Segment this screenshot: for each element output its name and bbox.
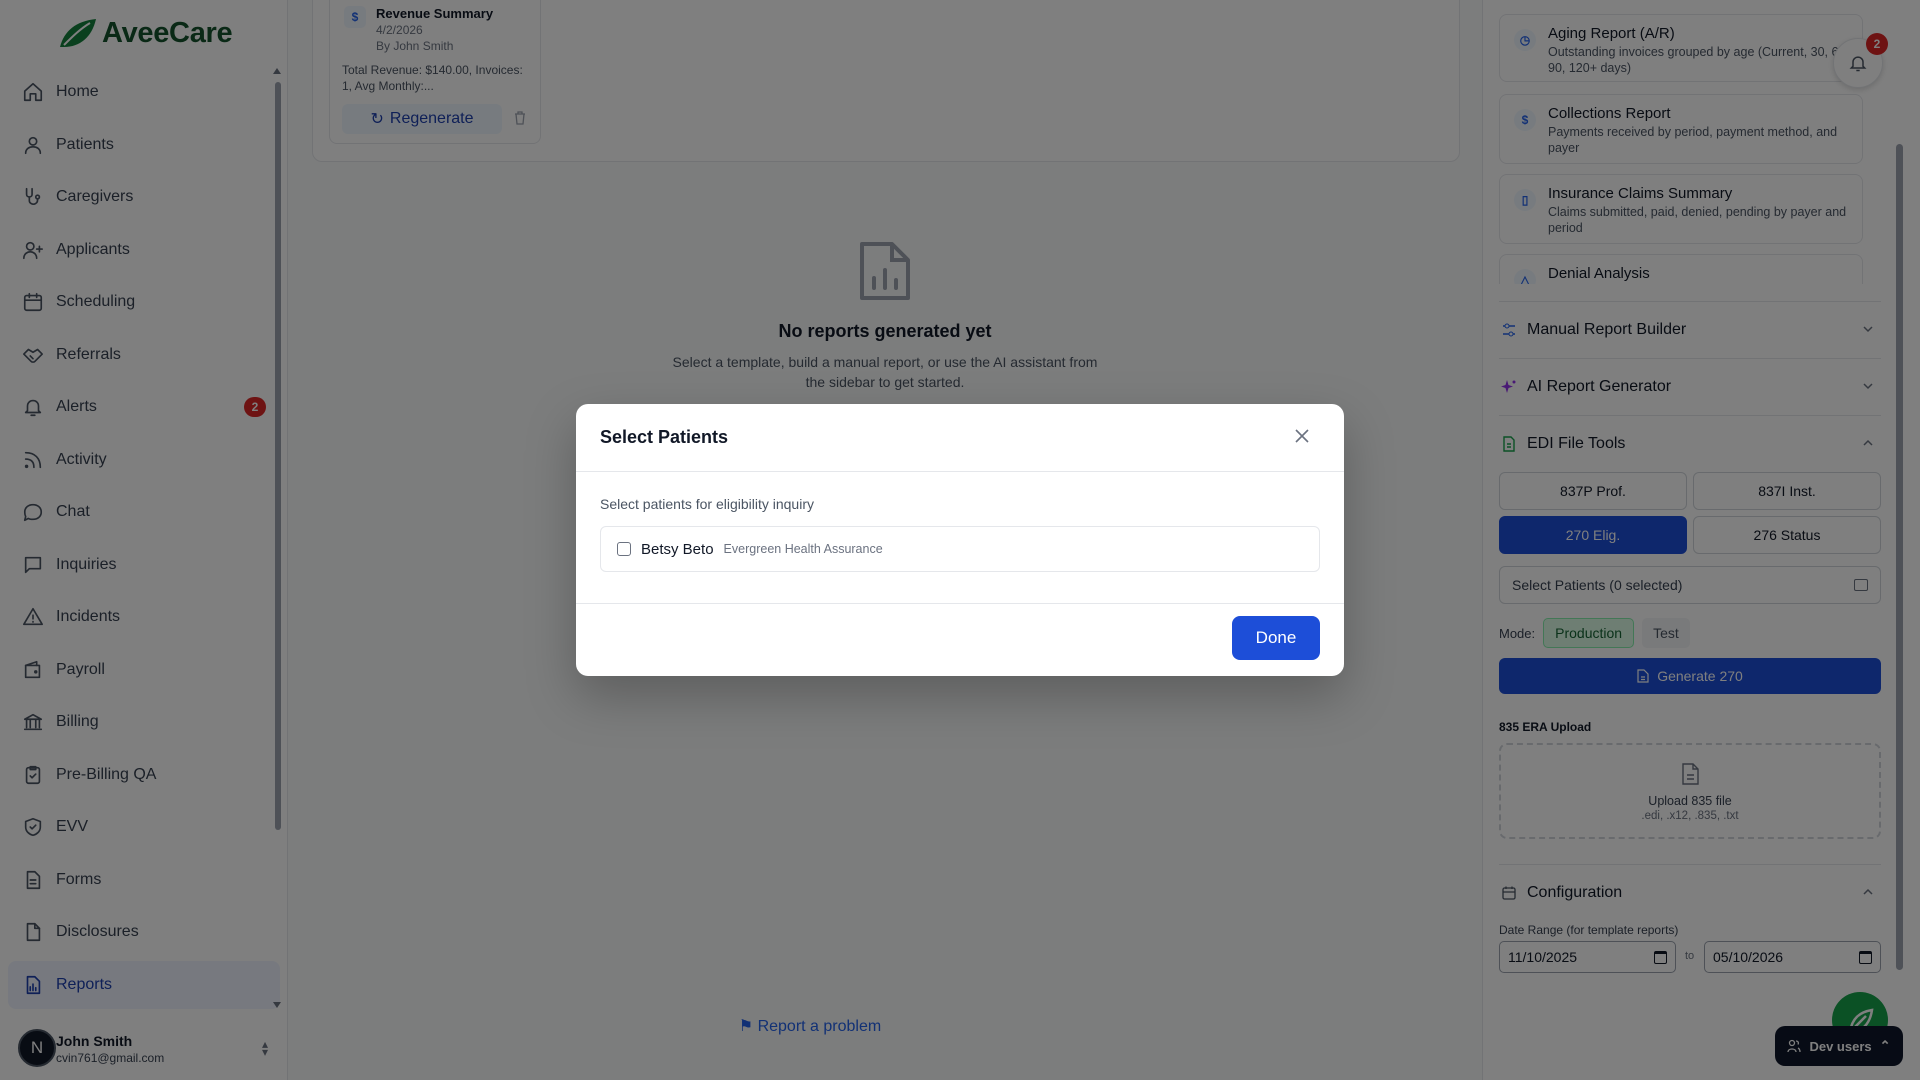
done-button[interactable]: Done xyxy=(1232,616,1320,660)
patient-option-row[interactable]: Betsy Beto Evergreen Health Assurance xyxy=(600,526,1320,572)
patient-payer: Evergreen Health Assurance xyxy=(723,542,883,556)
patient-checkbox[interactable] xyxy=(617,542,631,556)
modal-description: Select patients for eligibility inquiry xyxy=(600,496,814,512)
patient-name: Betsy Beto xyxy=(641,540,714,558)
select-patients-modal: Select Patients Select patients for elig… xyxy=(576,404,1344,676)
modal-title: Select Patients xyxy=(600,427,729,447)
close-icon[interactable] xyxy=(1294,428,1310,444)
modal-header: Select Patients xyxy=(576,404,1344,472)
modal-body: Select patients for eligibility inquiry … xyxy=(576,472,1344,604)
